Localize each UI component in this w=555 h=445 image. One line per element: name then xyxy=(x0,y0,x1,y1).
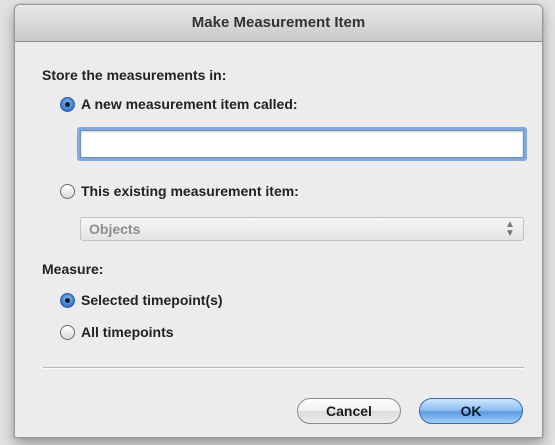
existing-item-popup[interactable]: Objects ▲ ▼ xyxy=(80,217,524,241)
button-divider xyxy=(43,367,524,369)
ok-button[interactable]: OK xyxy=(419,398,523,424)
all-timepoints-radio[interactable] xyxy=(60,324,75,340)
existing-item-radio-option[interactable]: This existing measurement item: xyxy=(60,183,299,199)
selected-timepoints-option[interactable]: Selected timepoint(s) xyxy=(60,292,223,308)
cancel-button[interactable]: Cancel xyxy=(297,398,401,424)
new-item-radio-option[interactable]: A new measurement item called: xyxy=(60,96,298,112)
title-bar[interactable]: Make Measurement Item xyxy=(15,5,542,42)
dialog-title: Make Measurement Item xyxy=(191,14,366,31)
new-item-radio[interactable] xyxy=(60,96,75,112)
existing-item-popup-value: Objects xyxy=(89,221,141,237)
all-timepoints-option[interactable]: All timepoints xyxy=(60,324,174,340)
store-measurements-label: Store the measurements in: xyxy=(42,67,227,83)
existing-item-radio[interactable] xyxy=(60,183,75,199)
measure-label: Measure: xyxy=(42,261,104,277)
popup-updown-arrows-icon: ▲ ▼ xyxy=(505,219,515,239)
make-measurement-item-dialog: Make Measurement Item Store the measurem… xyxy=(14,4,543,438)
existing-item-radio-label[interactable]: This existing measurement item: xyxy=(81,183,299,199)
selected-timepoints-label[interactable]: Selected timepoint(s) xyxy=(81,292,223,308)
new-item-name-input[interactable] xyxy=(80,130,524,158)
dialog-content: Store the measurements in: A new measure… xyxy=(15,42,542,437)
selected-timepoints-radio[interactable] xyxy=(60,292,75,308)
new-item-radio-label[interactable]: A new measurement item called: xyxy=(81,96,298,112)
all-timepoints-label[interactable]: All timepoints xyxy=(81,324,174,340)
